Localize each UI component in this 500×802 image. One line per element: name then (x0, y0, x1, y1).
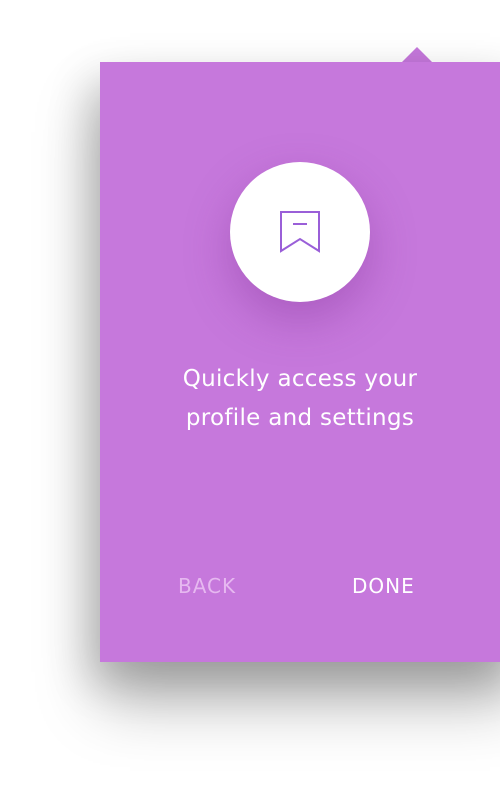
message-line-2: profile and settings (185, 405, 415, 431)
message-line-1: Quickly access your (182, 366, 418, 392)
onboarding-message: Quickly access your profile and settings (100, 360, 500, 438)
onboarding-screen: Quickly access your profile and settings… (0, 0, 500, 802)
done-button[interactable]: DONE (352, 574, 415, 598)
bookmark-icon (280, 211, 320, 253)
onboarding-card: Quickly access your profile and settings… (100, 62, 500, 662)
icon-badge (230, 162, 370, 302)
tooltip-pointer (402, 47, 432, 62)
back-button[interactable]: BACK (178, 574, 236, 598)
